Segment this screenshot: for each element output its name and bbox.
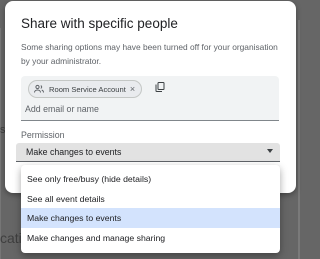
menu-option-manage-sharing[interactable]: Make changes and manage sharing — [21, 228, 280, 248]
caret-down-icon — [267, 149, 273, 153]
permission-select[interactable]: Make changes to events — [16, 143, 280, 162]
background-scrollbar-edge — [298, 20, 300, 259]
person-chip-label: Room Service Account — [49, 84, 126, 94]
menu-option-all-details[interactable]: See all event details — [21, 189, 280, 209]
add-email-input[interactable] — [25, 102, 265, 116]
background-divider — [0, 28, 1, 259]
permission-label: Permission — [21, 130, 65, 140]
copy-icon[interactable] — [154, 80, 166, 92]
close-icon[interactable]: × — [130, 84, 135, 94]
dialog-title: Share with specific people — [21, 16, 178, 31]
menu-option-free-busy[interactable]: See only free/busy (hide details) — [21, 169, 280, 189]
people-field[interactable]: Room Service Account × — [21, 76, 279, 121]
menu-option-make-changes[interactable]: Make changes to events — [21, 208, 280, 228]
sharing-notice: Some sharing options may have been turne… — [21, 42, 278, 66]
person-chip[interactable]: Room Service Account × — [28, 80, 143, 98]
permission-menu: See only free/busy (hide details) See al… — [21, 165, 280, 253]
permission-select-value: Make changes to events — [26, 147, 122, 157]
people-icon — [33, 83, 45, 95]
